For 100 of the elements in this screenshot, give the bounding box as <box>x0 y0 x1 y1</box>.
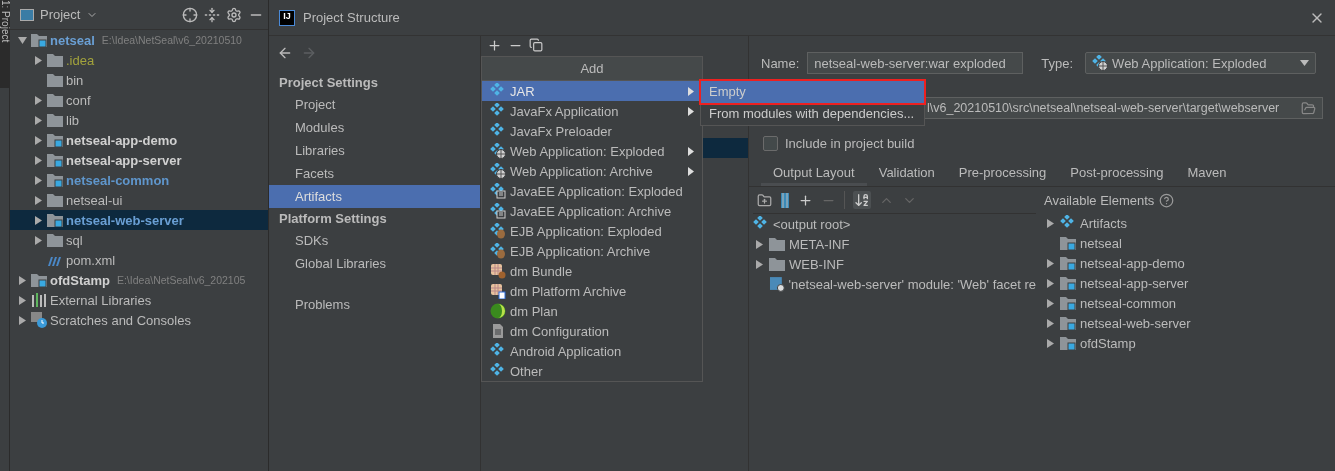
tree-item-label: netseal-common <box>66 172 170 188</box>
nav-item[interactable]: Facets <box>269 162 480 185</box>
menu-item[interactable]: JavaEE Application: Exploded <box>482 181 702 201</box>
tree-row[interactable]: conf <box>10 90 268 110</box>
type-dropdown[interactable]: Web Application: Exploded <box>1085 52 1317 74</box>
tree-row[interactable]: Scratches and Consoles <box>10 310 268 330</box>
menu-item[interactable]: Web Application: Exploded <box>482 141 702 161</box>
archive-icon[interactable] <box>780 192 790 208</box>
tree-item-label: <output root> <box>773 216 851 232</box>
nav-item[interactable]: Artifacts <box>269 185 480 208</box>
tree-item-label: netseal <box>1080 235 1122 251</box>
name-field[interactable]: netseal-web-server:war exploded <box>807 52 1024 74</box>
menu-item[interactable]: EJB Application: Archive <box>482 241 702 261</box>
sort-icon[interactable] <box>854 192 870 208</box>
collapsed-arrow-icon[interactable] <box>1045 218 1055 228</box>
tree-row[interactable]: netseal-app-demo <box>10 130 268 150</box>
tree-row[interactable]: netseal E:\Idea\NetSeal\v6_20210510 <box>10 30 268 50</box>
available-tree-row[interactable]: netseal <box>1036 233 1335 253</box>
tree-item-label: lib <box>66 112 79 128</box>
new-folder-icon[interactable] <box>757 192 772 208</box>
tab[interactable]: Output Layout <box>761 162 867 186</box>
tree-row[interactable]: pom.xml <box>10 250 268 270</box>
menu-item[interactable]: Other <box>482 361 702 381</box>
tree-item-label: 'netseal-web-server' module: 'Web' facet re <box>788 276 1036 292</box>
menu-item[interactable]: EJB Application: Exploded <box>482 221 702 241</box>
menu-item[interactable]: Android Application <box>482 341 702 361</box>
tab[interactable]: Pre-processing <box>946 162 1059 186</box>
project-tool-tab[interactable]: 1: Project <box>0 0 9 88</box>
tree-row[interactable]: netseal-app-server <box>10 150 268 170</box>
tree-item-label: ofdStamp <box>50 272 110 288</box>
available-tree-row[interactable]: netseal-app-server <box>1036 273 1335 293</box>
tree-item-label: META-INF <box>789 236 850 252</box>
checkbox[interactable] <box>763 135 778 151</box>
layout-tree-row[interactable]: 'netseal-web-server' module: 'Web' facet re <box>753 274 1036 294</box>
available-tree-row[interactable]: netseal-app-demo <box>1036 253 1335 273</box>
tree-row[interactable]: netseal-ui <box>10 190 268 210</box>
available-tree-row[interactable]: netseal-web-server <box>1036 313 1335 333</box>
nav-item[interactable]: SDKs <box>269 229 480 252</box>
menu-item[interactable]: dm Configuration <box>482 321 702 341</box>
module-folder-icon <box>47 213 63 227</box>
project-path: E:\Idea\NetSeal\v6_202105 <box>116 274 246 286</box>
tree-item-label: pom.xml <box>66 252 116 268</box>
menu-item[interactable]: dm Plan <box>482 301 702 321</box>
submenu-item[interactable]: Empty <box>701 81 924 103</box>
menu-item[interactable]: dm Platform Archive <box>482 281 702 301</box>
folder-icon <box>47 233 63 247</box>
tab[interactable]: Post-processing <box>1058 162 1176 186</box>
submenu-item[interactable]: From modules with dependencies... <box>701 103 924 125</box>
available-tree-row[interactable]: netseal-common <box>1036 293 1335 313</box>
nav-item[interactable]: Libraries <box>269 139 480 162</box>
panel-title[interactable]: Project <box>40 7 81 22</box>
tree-row[interactable]: netseal-common <box>10 170 268 190</box>
menu-item[interactable]: JavaEE Application: Archive <box>482 201 702 221</box>
tree-row[interactable]: sql <box>10 230 268 250</box>
window-icon <box>20 8 34 21</box>
platform-archive-icon <box>490 283 506 299</box>
tree-item-label: Scratches and Consoles <box>50 312 191 328</box>
available-tree-row[interactable]: Artifacts <box>1036 213 1335 233</box>
tree-row[interactable]: bin <box>10 70 268 90</box>
tree-row[interactable]: ofdStamp E:\Idea\NetSeal\v6_202105 <box>10 270 268 290</box>
nav-item[interactable]: Problems <box>269 293 480 316</box>
menu-item[interactable]: Web Application: Archive <box>482 161 702 181</box>
add-icon[interactable] <box>798 192 813 208</box>
tree-row[interactable]: lib <box>10 110 268 130</box>
menu-title: Add <box>482 57 702 81</box>
expanded-arrow-icon[interactable] <box>17 35 27 45</box>
tree-item-label: ofdStamp <box>1080 335 1136 351</box>
module-folder-icon <box>1060 336 1076 350</box>
back-icon[interactable] <box>277 45 293 61</box>
layout-tree-row[interactable]: WEB-INF <box>753 254 1036 274</box>
dropdown-arrow-icon <box>1300 60 1310 66</box>
module-folder-icon <box>47 153 63 167</box>
bundle-icon <box>490 263 506 279</box>
menu-item[interactable]: JavaFx Application <box>482 101 702 121</box>
output-directory-field[interactable]: l\v6_20210510\src\netseal\netseal-web-server\target\webserver <box>923 97 1323 119</box>
layout-tree-row[interactable]: META-INF <box>753 234 1036 254</box>
layout-tree-row[interactable]: <output root> <box>753 214 1036 234</box>
settings-icon[interactable] <box>226 6 242 23</box>
menu-item[interactable]: dm Bundle <box>482 261 702 281</box>
menu-item[interactable]: JAR <box>482 81 702 101</box>
web-module-icon <box>768 276 785 292</box>
tree-row[interactable]: .idea <box>10 50 268 70</box>
crosshair-icon[interactable] <box>182 6 198 23</box>
nav-item[interactable]: Project <box>269 93 480 116</box>
collapsed-arrow-icon[interactable] <box>33 55 43 65</box>
collapse-icon[interactable] <box>204 6 220 23</box>
tab[interactable]: Maven <box>1175 162 1239 186</box>
module-folder-icon <box>31 33 47 47</box>
nav-item[interactable]: Modules <box>269 116 480 139</box>
add-icon[interactable] <box>487 37 502 53</box>
menu-item[interactable]: JavaFx Preloader <box>482 121 702 141</box>
help-icon[interactable] <box>1159 192 1175 208</box>
tab[interactable]: Validation <box>866 162 947 186</box>
scratch-clock-icon <box>31 312 47 328</box>
folder-icon[interactable] <box>1301 100 1316 116</box>
copy-icon[interactable] <box>529 38 543 52</box>
tree-row[interactable]: External Libraries <box>10 290 268 310</box>
nav-item[interactable]: Global Libraries <box>269 252 480 275</box>
tree-row[interactable]: netseal-web-server <box>10 210 268 230</box>
available-tree-row[interactable]: ofdStamp <box>1036 333 1335 353</box>
